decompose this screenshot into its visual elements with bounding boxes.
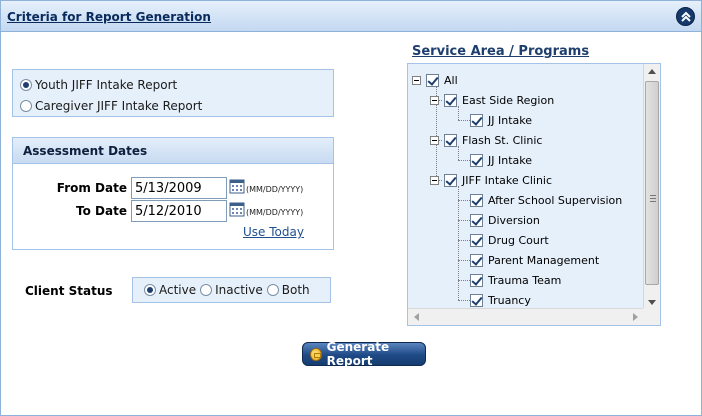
status-inactive[interactable]: Inactive xyxy=(200,283,263,297)
service-area-title[interactable]: Service Area / Programs xyxy=(412,44,589,59)
scroll-right-icon[interactable] xyxy=(633,313,638,321)
tree-node-jiff-child: Parent Management xyxy=(470,252,599,268)
status-both[interactable]: Both xyxy=(266,283,310,297)
checkbox-program[interactable] xyxy=(470,293,483,307)
scroll-thumb[interactable] xyxy=(645,81,659,285)
tree-line xyxy=(458,120,470,121)
generate-report-button[interactable]: Generate Report xyxy=(302,340,426,368)
client-status-group: Active Inactive Both xyxy=(132,277,331,303)
status-active[interactable]: Active xyxy=(144,283,196,297)
checkbox-program[interactable] xyxy=(470,233,483,247)
from-date-input[interactable] xyxy=(131,177,227,199)
radio-active[interactable] xyxy=(144,284,156,296)
tree-line xyxy=(458,260,470,261)
tree-node-label[interactable]: Drug Court xyxy=(488,234,549,247)
tree-node-jiff-child: Diversion xyxy=(470,212,540,228)
tree-node-label[interactable]: JJ Intake xyxy=(488,154,532,167)
tree-node-label[interactable]: Trauma Team xyxy=(488,274,561,287)
report-criteria-panel: Criteria for Report Generation Youth JIF… xyxy=(0,0,702,416)
grip-icon xyxy=(650,195,656,202)
tree-line xyxy=(458,300,470,301)
tree-line xyxy=(458,220,470,221)
use-today-link[interactable]: Use Today xyxy=(243,225,304,239)
report-type-youth[interactable]: Youth JIFF Intake Report xyxy=(20,78,177,92)
tree-node-east-side-jj: JJ Intake xyxy=(470,112,532,128)
checkbox-program[interactable] xyxy=(470,253,483,267)
to-date-label: To Date xyxy=(76,204,127,218)
status-active-label: Active xyxy=(159,283,197,297)
generate-report-label: Generate Report xyxy=(326,340,390,368)
checkbox-east-side[interactable] xyxy=(444,93,457,107)
checkbox-program[interactable] xyxy=(470,273,483,287)
tree-line xyxy=(458,146,459,160)
checkbox-program[interactable] xyxy=(470,193,483,207)
tree-horizontal-scrollbar[interactable] xyxy=(408,308,644,325)
service-area-tree: All East Side Region JJ Intake Flash St.… xyxy=(407,63,661,326)
tree-line xyxy=(458,280,470,281)
tree-node-label[interactable]: Diversion xyxy=(488,214,540,227)
tree-line xyxy=(458,106,459,120)
checkbox-east-side-jj[interactable] xyxy=(470,113,483,127)
checkbox-jiff[interactable] xyxy=(444,173,457,187)
tree-node-label[interactable]: All xyxy=(444,74,458,87)
scroll-left-icon[interactable] xyxy=(414,313,419,321)
tree-line xyxy=(458,160,470,161)
radio-youth[interactable] xyxy=(20,79,32,91)
panel-title[interactable]: Criteria for Report Generation xyxy=(7,10,211,24)
checkbox-flash[interactable] xyxy=(444,133,457,147)
status-both-label: Both xyxy=(281,283,310,297)
report-type-caregiver-label: Caregiver JIFF Intake Report xyxy=(35,99,203,113)
tree-node-label[interactable]: JIFF Intake Clinic xyxy=(462,174,552,187)
tree-node-jiff-child: After School Supervision xyxy=(470,192,622,208)
tree-node-label[interactable]: Parent Management xyxy=(488,254,599,267)
tree-node-label[interactable]: Flash St. Clinic xyxy=(462,134,542,147)
status-inactive-label: Inactive xyxy=(215,283,263,297)
collapse-node-icon[interactable] xyxy=(430,135,439,145)
scroll-corner xyxy=(643,308,660,325)
collapse-node-icon[interactable] xyxy=(430,175,439,185)
from-date-format: (MM/DD/YYYY) xyxy=(246,185,304,194)
tree-node-label[interactable]: Truancy xyxy=(488,294,531,307)
tree-node-flash-jj: JJ Intake xyxy=(470,152,532,168)
report-icon xyxy=(310,347,322,361)
tree-line xyxy=(458,240,470,241)
report-type-group: Youth JIFF Intake Report Caregiver JIFF … xyxy=(12,69,334,117)
collapse-node-icon[interactable] xyxy=(430,95,439,105)
tree-node-all: All xyxy=(412,72,458,88)
tree-node-jiff-child: Trauma Team xyxy=(470,272,561,288)
client-status-label: Client Status xyxy=(25,284,113,298)
checkbox-all[interactable] xyxy=(426,73,439,87)
tree-node-east-side: East Side Region xyxy=(430,92,554,108)
checkbox-flash-jj[interactable] xyxy=(470,153,483,167)
chevron-up-icon xyxy=(681,11,691,22)
calendar-icon[interactable] xyxy=(229,201,245,217)
tree-node-jiff-child: Truancy xyxy=(470,292,531,308)
tree-node-label[interactable]: After School Supervision xyxy=(488,194,622,207)
assessment-dates-panel: Assessment Dates From Date (MM/DD/YYYY) … xyxy=(12,137,334,250)
report-type-youth-label: Youth JIFF Intake Report xyxy=(35,78,178,92)
tree-node-jiff-child: Drug Court xyxy=(470,232,549,248)
to-date-input[interactable] xyxy=(131,200,227,222)
tree-line xyxy=(458,186,459,300)
from-date-label: From Date xyxy=(56,181,127,195)
tree-vertical-scrollbar[interactable] xyxy=(643,64,660,310)
report-type-caregiver[interactable]: Caregiver JIFF Intake Report xyxy=(20,99,202,113)
radio-both[interactable] xyxy=(266,284,279,296)
scroll-down-icon[interactable] xyxy=(648,300,656,305)
assessment-dates-title: Assessment Dates xyxy=(13,138,333,164)
tree-line xyxy=(458,200,470,201)
scroll-up-icon[interactable] xyxy=(648,69,656,74)
tree-node-jiff: JIFF Intake Clinic xyxy=(430,172,552,188)
panel-header: Criteria for Report Generation xyxy=(1,1,701,32)
tree-node-label[interactable]: East Side Region xyxy=(462,94,554,107)
tree-node-label[interactable]: JJ Intake xyxy=(488,114,532,127)
checkbox-program[interactable] xyxy=(470,213,483,227)
calendar-icon[interactable] xyxy=(229,178,245,194)
to-date-format: (MM/DD/YYYY) xyxy=(246,208,304,217)
collapse-node-icon[interactable] xyxy=(412,75,421,85)
radio-inactive[interactable] xyxy=(200,284,213,296)
collapse-button[interactable] xyxy=(676,7,695,26)
tree-node-flash: Flash St. Clinic xyxy=(430,132,542,148)
radio-caregiver[interactable] xyxy=(20,100,32,112)
